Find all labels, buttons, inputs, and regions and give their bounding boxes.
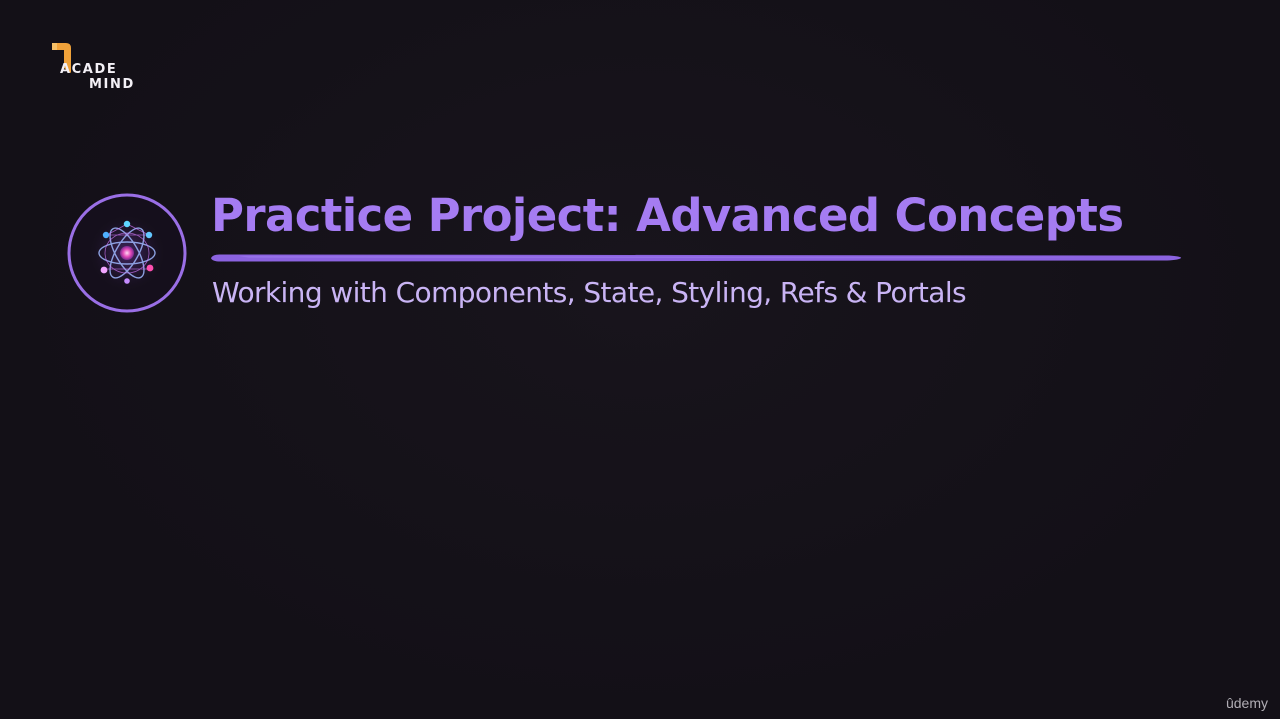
react-atom-icon xyxy=(67,193,187,313)
slide-subtitle: Working with Components, State, Styling,… xyxy=(212,276,967,309)
academind-logo: ACADE MIND xyxy=(50,42,140,94)
video-frame: ACADE MIND Practice Project: Advanced Co… xyxy=(0,0,1280,719)
logo-text-line2: MIND xyxy=(89,77,135,92)
logo-text-line1: ACADE xyxy=(60,62,118,77)
slide-title: Practice Project: Advanced Concepts xyxy=(211,189,1124,242)
title-underline-brush xyxy=(211,254,1182,262)
udemy-watermark: ûdemy xyxy=(1225,695,1268,711)
